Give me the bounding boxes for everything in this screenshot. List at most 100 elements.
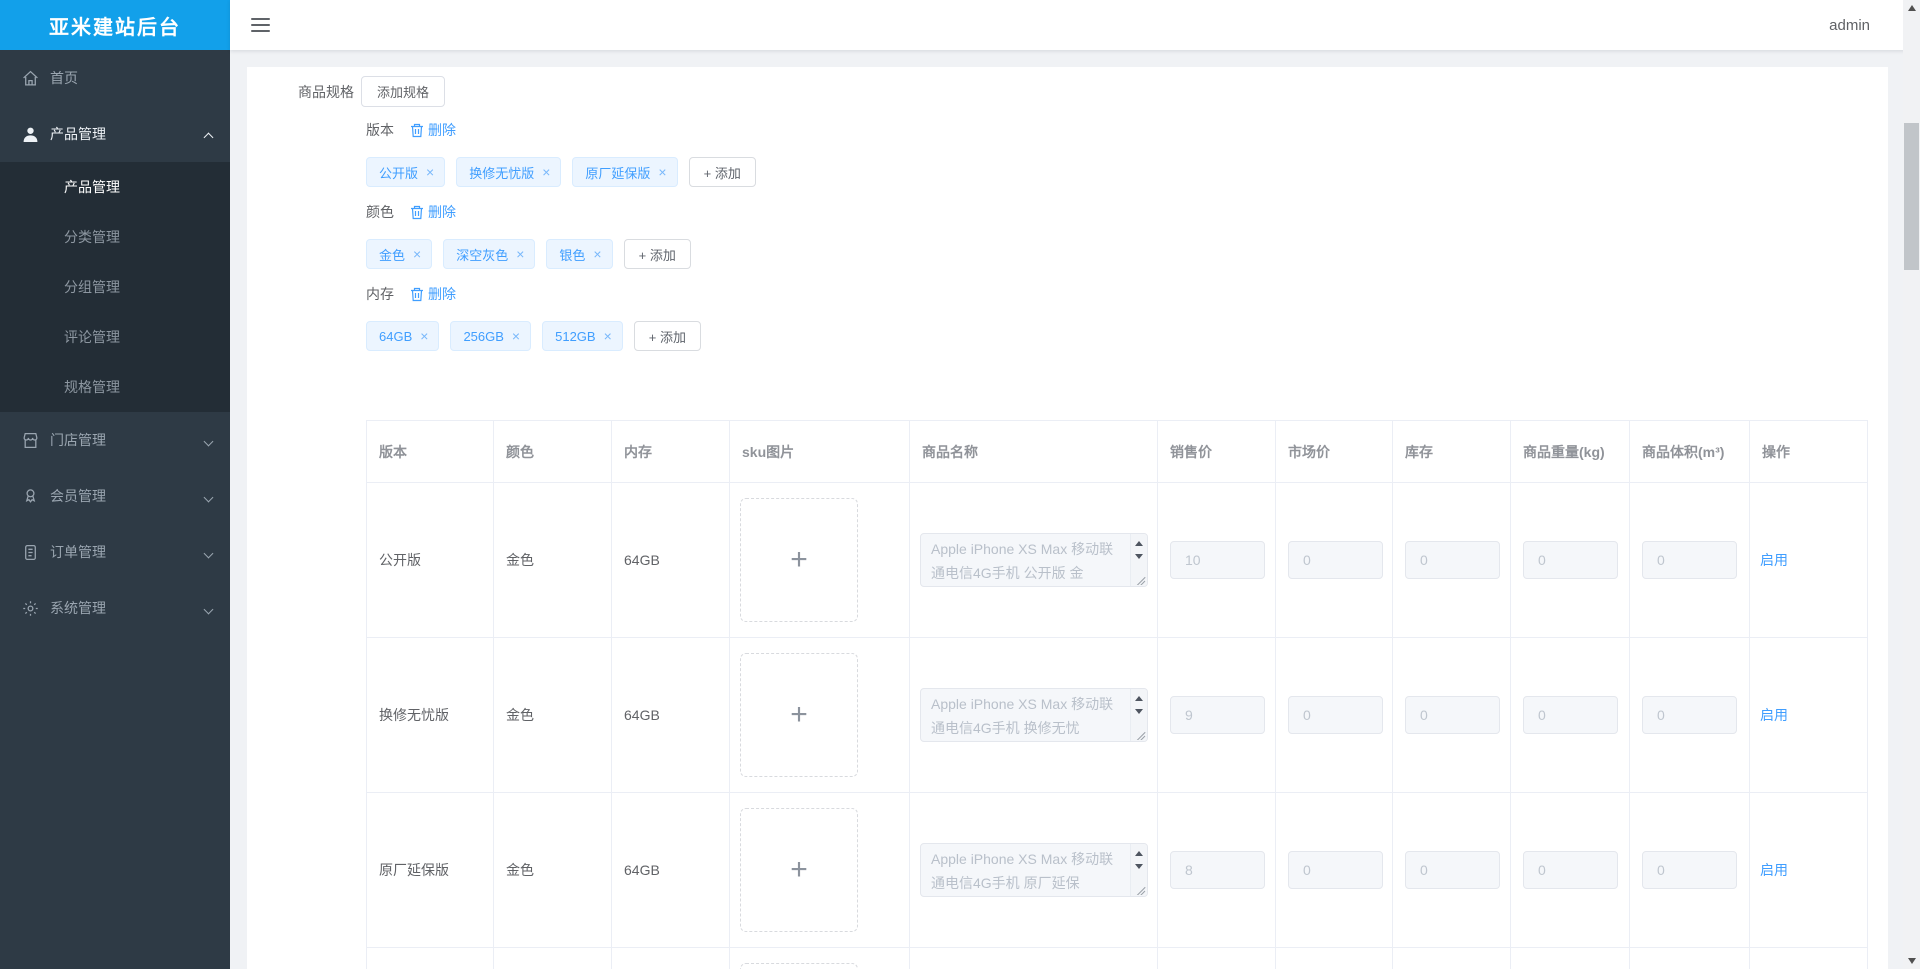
sidebar-item-label: 产品管理 bbox=[50, 126, 106, 142]
user-menu[interactable]: admin bbox=[1829, 17, 1870, 34]
delete-spec-link[interactable]: 删除 bbox=[428, 120, 456, 140]
scroll-up-icon[interactable] bbox=[1135, 541, 1143, 546]
weight-input[interactable] bbox=[1523, 696, 1618, 734]
gear-icon bbox=[23, 600, 38, 616]
add-tag-button[interactable]: + 添加 bbox=[688, 157, 756, 187]
table-row: 公开版 金色 64GB + Apple iPhone XS Max 移动联通电信… bbox=[367, 483, 1868, 638]
stock-input[interactable] bbox=[1405, 696, 1500, 734]
scrollbar-down-arrow-icon[interactable] bbox=[1908, 958, 1916, 964]
spec-tag[interactable]: 银色 × bbox=[546, 239, 613, 269]
weight-input[interactable] bbox=[1523, 541, 1618, 579]
spec-tag[interactable]: 256GB × bbox=[450, 321, 532, 351]
tag-close-icon[interactable]: × bbox=[658, 165, 666, 179]
sku-name-textarea[interactable]: Apple iPhone XS Max 移动联通电信4G手机 公开版 金 bbox=[920, 533, 1148, 587]
sku-image-upload[interactable]: + bbox=[740, 963, 858, 969]
resize-grip-icon[interactable] bbox=[1136, 885, 1146, 895]
spec-tag[interactable]: 64GB × bbox=[366, 321, 440, 351]
enable-link[interactable]: 启用 bbox=[1760, 705, 1788, 725]
column-header: 颜色 bbox=[494, 421, 612, 483]
column-header: 市场价 bbox=[1276, 421, 1393, 483]
sku-image-upload[interactable]: + bbox=[740, 653, 858, 777]
sidebar-item-order-management[interactable]: 订单管理 bbox=[0, 524, 230, 580]
sku-version-cell bbox=[367, 948, 494, 969]
sku-name-textarea[interactable]: Apple iPhone XS Max 移动联通电信4G手机 原厂延保 bbox=[920, 843, 1148, 897]
delete-spec-link[interactable]: 删除 bbox=[428, 202, 456, 222]
sidebar-item-member-management[interactable]: 会员管理 bbox=[0, 468, 230, 524]
scrollbar-thumb[interactable] bbox=[1904, 123, 1919, 270]
submenu-item-spec-management[interactable]: 规格管理 bbox=[0, 362, 230, 412]
sidebar-item-system-management[interactable]: 系统管理 bbox=[0, 580, 230, 636]
browser-scrollbar[interactable] bbox=[1903, 0, 1920, 969]
tag-close-icon[interactable]: × bbox=[593, 247, 601, 261]
tag-close-icon[interactable]: × bbox=[426, 165, 434, 179]
enable-link[interactable]: 启用 bbox=[1760, 860, 1788, 880]
volume-input[interactable] bbox=[1642, 851, 1737, 889]
chevron-down-icon bbox=[203, 492, 214, 502]
resize-grip-icon[interactable] bbox=[1136, 575, 1146, 585]
sku-name-textarea[interactable]: Apple iPhone XS Max 移动联通电信4G手机 换修无忧 bbox=[920, 688, 1148, 742]
chevron-down-icon bbox=[203, 604, 214, 614]
sale-price-input[interactable] bbox=[1170, 696, 1265, 734]
sidebar-item-label: 门店管理 bbox=[50, 432, 106, 448]
weight-input[interactable] bbox=[1523, 851, 1618, 889]
tag-close-icon[interactable]: × bbox=[512, 329, 520, 343]
submenu-item-product-management[interactable]: 产品管理 bbox=[0, 162, 230, 212]
add-tag-button[interactable]: + 添加 bbox=[623, 239, 691, 269]
scroll-down-icon[interactable] bbox=[1135, 554, 1143, 559]
submenu-item-category-management[interactable]: 分类管理 bbox=[0, 212, 230, 262]
submenu-item-group-management[interactable]: 分组管理 bbox=[0, 262, 230, 312]
hamburger-menu-icon[interactable] bbox=[251, 18, 270, 32]
scrollbar-up-arrow-icon[interactable] bbox=[1908, 5, 1916, 11]
spec-tag[interactable]: 换修无忧版 × bbox=[456, 157, 562, 187]
product-spec-panel: 商品规格 添加规格 版本 删除 公开版 × 换修无忧版 × 原厂延保版 × + … bbox=[247, 67, 1888, 969]
sidebar-item-label: 会员管理 bbox=[50, 488, 106, 504]
scroll-up-icon[interactable] bbox=[1135, 696, 1143, 701]
sku-image-upload[interactable]: + bbox=[740, 808, 858, 932]
tag-close-icon[interactable]: × bbox=[542, 165, 550, 179]
sidebar-item-product-management[interactable]: 产品管理 bbox=[0, 106, 230, 162]
table-header-row: 版本 颜色 内存 sku图片 商品名称 销售价 市场价 库存 商品重量(kg) … bbox=[367, 421, 1868, 483]
trash-icon[interactable] bbox=[410, 205, 424, 220]
sidebar-item-label: 订单管理 bbox=[50, 544, 106, 560]
sku-color-cell: 金色 bbox=[494, 793, 612, 948]
add-tag-button[interactable]: + 添加 bbox=[633, 321, 701, 351]
enable-link[interactable]: 启用 bbox=[1760, 550, 1788, 570]
sidebar-item-store-management[interactable]: 门店管理 bbox=[0, 412, 230, 468]
tag-close-icon[interactable]: × bbox=[413, 247, 421, 261]
spec-tag[interactable]: 公开版 × bbox=[366, 157, 446, 187]
sidebar-item-home[interactable]: 首页 bbox=[0, 50, 230, 106]
column-header: sku图片 bbox=[730, 421, 910, 483]
volume-input[interactable] bbox=[1642, 696, 1737, 734]
trash-icon[interactable] bbox=[410, 123, 424, 138]
scroll-down-icon[interactable] bbox=[1135, 864, 1143, 869]
stock-input[interactable] bbox=[1405, 541, 1500, 579]
market-price-input[interactable] bbox=[1288, 696, 1383, 734]
scroll-down-icon[interactable] bbox=[1135, 709, 1143, 714]
spec-tag[interactable]: 金色 × bbox=[366, 239, 433, 269]
sku-table: 版本 颜色 内存 sku图片 商品名称 销售价 市场价 库存 商品重量(kg) … bbox=[366, 420, 1868, 969]
product-submenu: 产品管理 分类管理 分组管理 评论管理 规格管理 bbox=[0, 162, 230, 412]
sku-image-upload[interactable]: + bbox=[740, 498, 858, 622]
spec-tag[interactable]: 深空灰色 × bbox=[443, 239, 536, 269]
market-price-input[interactable] bbox=[1288, 541, 1383, 579]
sale-price-input[interactable] bbox=[1170, 851, 1265, 889]
delete-spec-link[interactable]: 删除 bbox=[428, 284, 456, 304]
resize-grip-icon[interactable] bbox=[1136, 730, 1146, 740]
submenu-item-comment-management[interactable]: 评论管理 bbox=[0, 312, 230, 362]
market-price-input[interactable] bbox=[1288, 851, 1383, 889]
scroll-up-icon[interactable] bbox=[1135, 851, 1143, 856]
trash-icon[interactable] bbox=[410, 287, 424, 302]
sale-price-input[interactable] bbox=[1170, 541, 1265, 579]
spec-tag[interactable]: 原厂延保版 × bbox=[572, 157, 678, 187]
stock-input[interactable] bbox=[1405, 851, 1500, 889]
volume-input[interactable] bbox=[1642, 541, 1737, 579]
chevron-down-icon bbox=[203, 548, 214, 558]
tag-close-icon[interactable]: × bbox=[516, 247, 524, 261]
sidebar-item-label: 系统管理 bbox=[50, 600, 106, 616]
tag-close-icon[interactable]: × bbox=[420, 329, 428, 343]
add-spec-button[interactable]: 添加规格 bbox=[361, 76, 446, 107]
plus-icon: + bbox=[790, 698, 808, 731]
spec-tag[interactable]: 512GB × bbox=[542, 321, 623, 351]
column-header: 库存 bbox=[1393, 421, 1511, 483]
tag-close-icon[interactable]: × bbox=[604, 329, 612, 343]
